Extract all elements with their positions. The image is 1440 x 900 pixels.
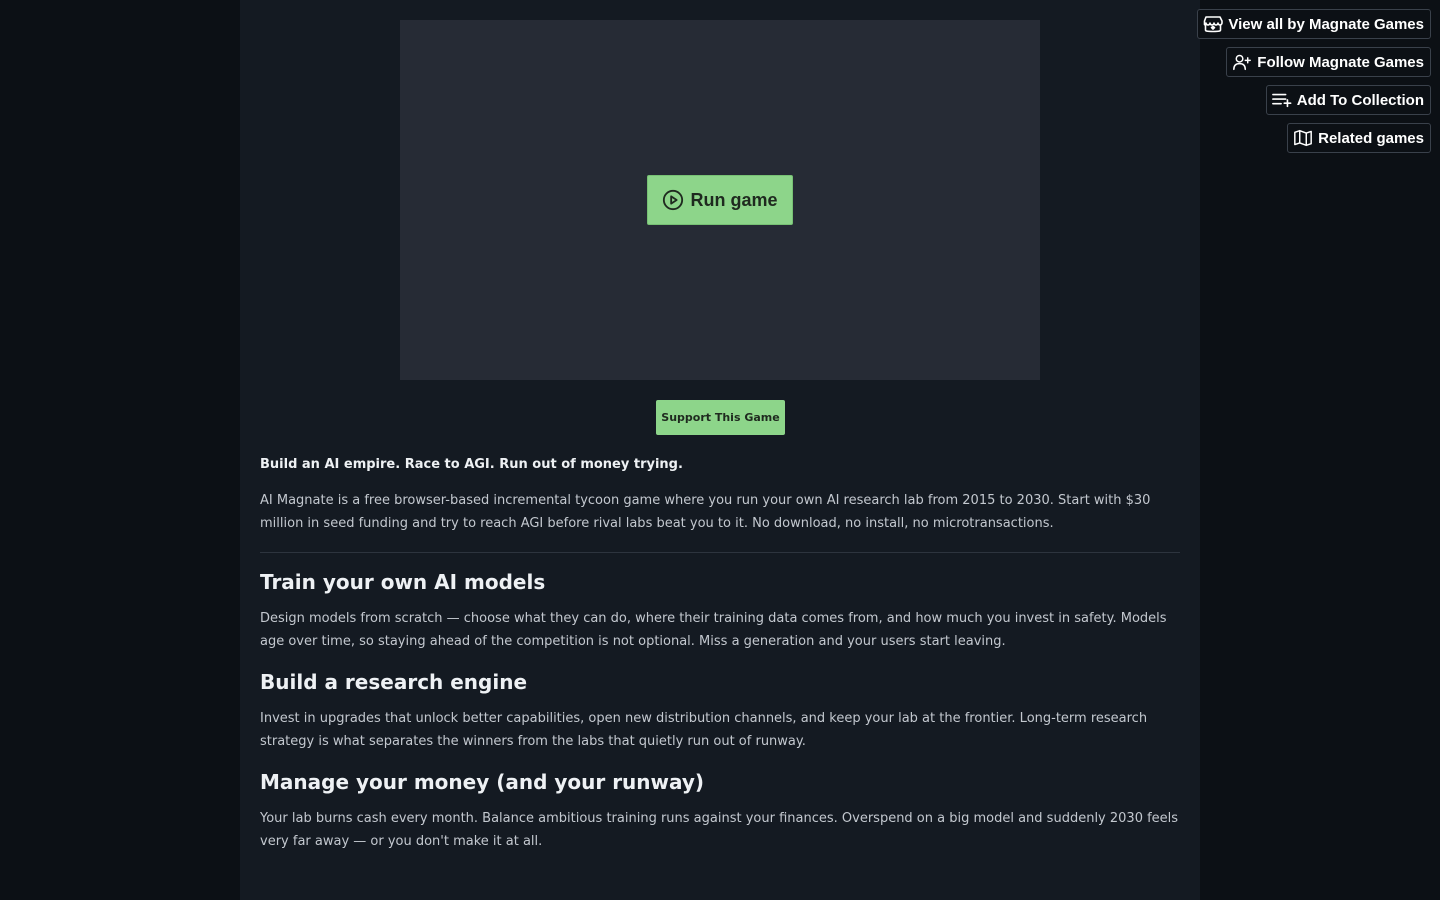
section-manage-money: Manage your money (and your runway) Your… (260, 767, 1180, 853)
map-icon (1293, 129, 1313, 147)
section-heading: Train your own AI models (260, 570, 546, 594)
view-all-by-creator-button[interactable]: View all by Magnate Games (1197, 9, 1431, 39)
section-heading: Build a research engine (260, 670, 528, 694)
section-research-engine: Build a research engine Invest in upgrad… (260, 667, 1180, 753)
follow-creator-button[interactable]: Follow Magnate Games (1226, 47, 1431, 77)
user-plus-icon (1232, 53, 1252, 71)
related-games-button[interactable]: Related games (1287, 123, 1431, 153)
itchio-logo-icon (1203, 15, 1224, 33)
view-all-label: View all by Magnate Games (1228, 15, 1424, 33)
page: Run game Support This Game Build an AI e… (0, 0, 1440, 900)
support-game-button[interactable]: Support This Game (656, 400, 785, 435)
section-body: Design models from scratch — choose what… (260, 611, 1167, 649)
user-tools: View all by Magnate Games Follow Magnate… (1197, 9, 1431, 153)
intro-paragraph: AI Magnate is a free browser-based incre… (260, 493, 1151, 531)
play-circle-icon (662, 189, 684, 211)
tagline: Build an AI empire. Race to AGI. Run out… (260, 457, 683, 472)
section-body: Invest in upgrades that unlock better ca… (260, 711, 1148, 749)
section-body: Your lab burns cash every month. Balance… (260, 811, 1179, 849)
divider (260, 552, 1180, 553)
section-train-models: Train your own AI models Design models f… (260, 567, 1180, 653)
run-game-button[interactable]: Run game (647, 175, 793, 225)
game-embed-frame[interactable]: Run game (400, 20, 1040, 380)
playlist-add-icon (1271, 92, 1292, 108)
add-to-collection-button[interactable]: Add To Collection (1265, 85, 1431, 115)
game-description: Build an AI empire. Race to AGI. Run out… (260, 455, 1180, 853)
collection-label: Add To Collection (1296, 91, 1424, 109)
related-label: Related games (1318, 129, 1424, 147)
game-page-column: Run game Support This Game Build an AI e… (240, 0, 1200, 900)
follow-label: Follow Magnate Games (1257, 53, 1424, 71)
section-heading: Manage your money (and your runway) (260, 770, 705, 794)
run-game-label: Run game (690, 189, 778, 210)
